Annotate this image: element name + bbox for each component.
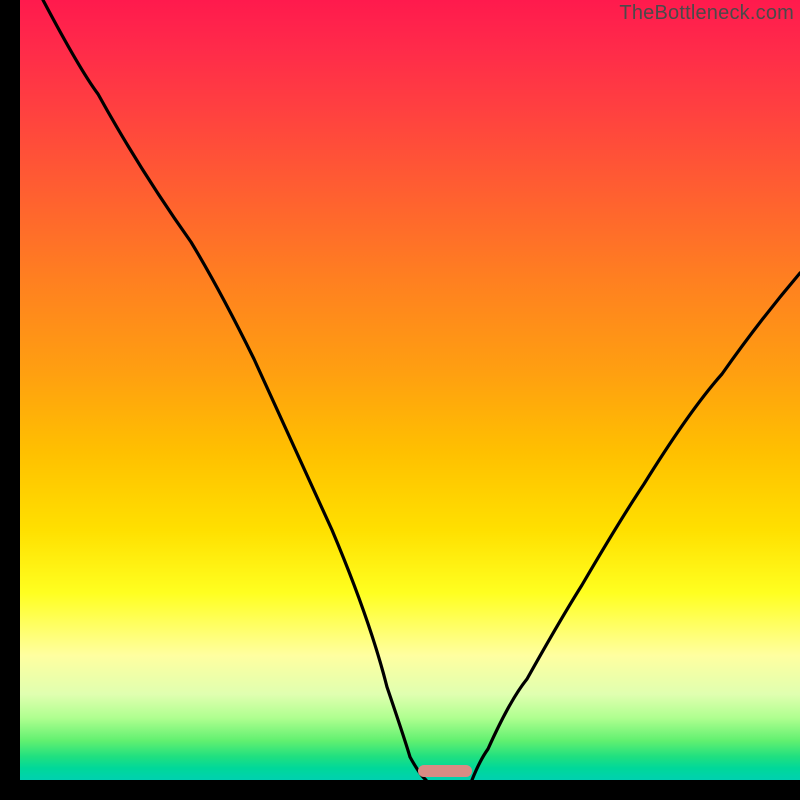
right-curve-path — [472, 273, 800, 780]
bottleneck-marker — [418, 765, 472, 777]
watermark-text: TheBottleneck.com — [619, 2, 794, 25]
chart-container: TheBottleneck.com — [0, 0, 800, 800]
curve-svg — [20, 0, 800, 780]
left-curve-path — [43, 0, 426, 780]
plot-area: TheBottleneck.com — [20, 0, 800, 780]
